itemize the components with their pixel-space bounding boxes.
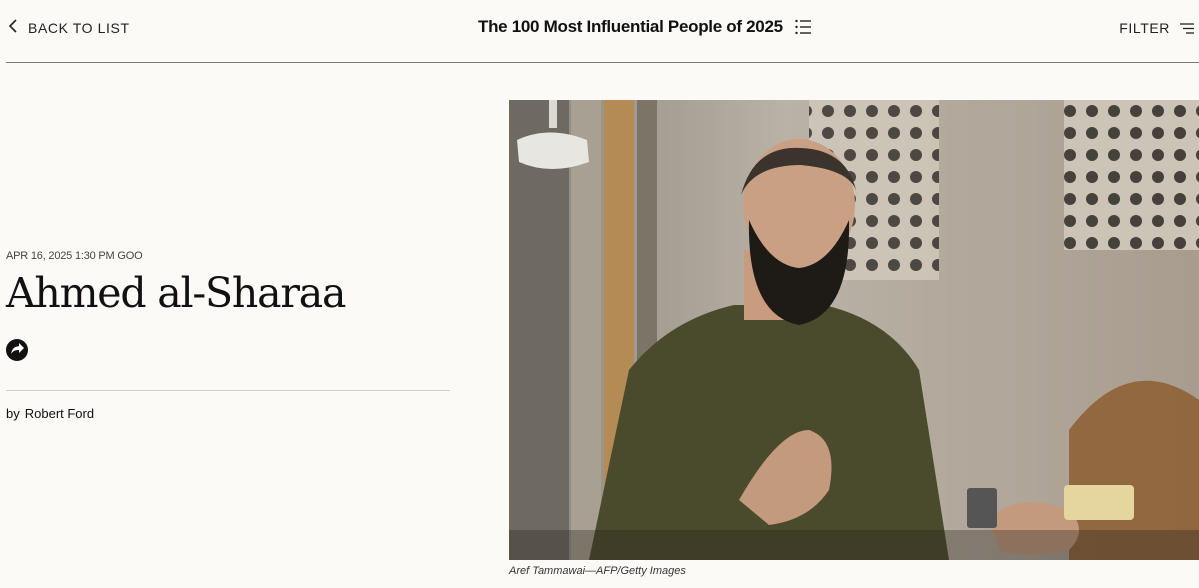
back-to-list-button[interactable]: BACK TO LIST [8,17,130,39]
share-arrow-icon [10,341,24,359]
top-bar: BACK TO LIST The 100 Most Influential Pe… [0,0,1199,62]
list-title: The 100 Most Influential People of 2025 [478,17,783,36]
share-button[interactable] [6,339,28,361]
list-title-button[interactable]: The 100 Most Influential People of 2025 [478,14,812,40]
list-icon [795,19,812,35]
header-divider [6,62,1199,63]
dateline: APR 16, 2025 1:30 PM GOO [6,250,143,262]
byline-prefix: by [6,406,20,421]
chevron-left-icon [8,18,18,38]
filter-label: FILTER [1119,20,1170,36]
filter-button[interactable]: FILTER [1119,17,1194,39]
article-header: APR 16, 2025 1:30 PM GOO Ahmed al-Sharaa… [6,250,451,421]
filter-lines-icon [1180,22,1194,34]
article-title: Ahmed al-Sharaa [6,269,346,317]
author-link[interactable]: Robert Ford [25,406,94,421]
byline: by Robert Ford [6,406,94,421]
back-to-list-label: BACK TO LIST [28,20,130,36]
photo-caption: Aref Tammawai—AFP/Getty Images [509,565,686,577]
article-photo [509,100,1199,560]
byline-divider [6,390,450,391]
